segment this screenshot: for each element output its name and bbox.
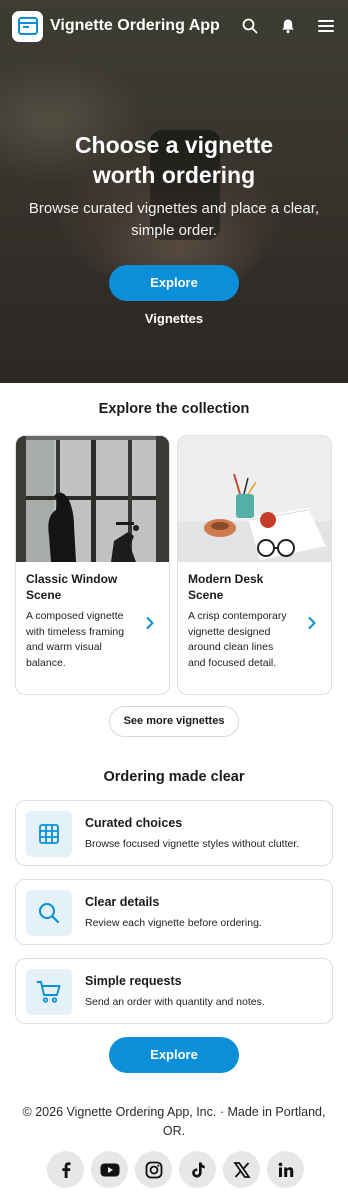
feature-title: Curated choices: [85, 816, 183, 830]
hero: Vignette Ordering App Choose a vignette …: [0, 0, 348, 383]
notification-icon[interactable]: [278, 16, 298, 36]
chevron-right-icon[interactable]: [143, 616, 157, 630]
feature-description: Browse focused vignette styles without c…: [85, 838, 300, 850]
hero-content: Choose a vignette worth ordering Browse …: [0, 130, 348, 242]
facebook-icon[interactable]: [47, 1151, 84, 1188]
explore-vignettes-button-bottom[interactable]: Explore Vignettes: [109, 1037, 239, 1098]
cart-icon: [26, 969, 72, 1015]
logo-icon[interactable]: [12, 10, 43, 42]
vignette-card[interactable]: Modern Desk Scene A crisp contemporary v…: [177, 435, 332, 695]
grid-icon: [26, 811, 72, 857]
footer-copyright: © 2026 Vignette Ordering App, Inc. · Mad…: [22, 1105, 326, 1138]
search-icon: [26, 890, 72, 936]
card-description: A crisp contemporary vignette designed a…: [188, 610, 287, 669]
explore-vignettes-button[interactable]: Explore Vignettes: [109, 265, 239, 326]
vignette-card[interactable]: Classic Window Scene A composed vignette…: [15, 435, 170, 695]
feature-title: Simple requests: [85, 974, 182, 988]
feature-card: Simple requests Send an order with quant…: [15, 958, 333, 1024]
chevron-right-icon[interactable]: [305, 616, 319, 630]
menu-icon[interactable]: [316, 16, 336, 36]
top-navbar: Vignette Ordering App: [0, 0, 348, 52]
feature-card: Curated choices Browse focused vignette …: [15, 800, 333, 866]
social-links: [47, 1151, 304, 1188]
x-icon[interactable]: [223, 1151, 260, 1188]
card-description: A composed vignette with timeless framin…: [26, 610, 125, 669]
feature-title: Clear details: [85, 895, 160, 909]
brand-name[interactable]: Vignette Ordering App: [50, 17, 220, 35]
search-icon[interactable]: [240, 16, 260, 36]
instagram-icon[interactable]: [135, 1151, 172, 1188]
card-title: Modern Desk Scene: [188, 572, 264, 602]
card-title: Classic Window Scene: [26, 572, 118, 602]
desk-scene-image: [178, 436, 331, 562]
feature-description: Send an order with quantity and notes.: [85, 996, 265, 1008]
hero-subtitle: Browse curated vignettes and place a cle…: [28, 200, 320, 239]
hero-title: Choose a vignette worth ordering: [74, 132, 274, 188]
tiktok-icon[interactable]: [179, 1151, 216, 1188]
ordering-title: Ordering made clear: [103, 769, 245, 785]
window-scene-image: [16, 436, 169, 562]
feature-description: Review each vignette before ordering.: [85, 917, 262, 929]
see-more-vignettes-button[interactable]: See more vignettes: [109, 706, 239, 737]
linkedin-icon[interactable]: [267, 1151, 304, 1188]
youtube-icon[interactable]: [91, 1151, 128, 1188]
feature-card: Clear details Review each vignette befor…: [15, 879, 333, 945]
collection-title: Explore the collection: [98, 401, 250, 417]
